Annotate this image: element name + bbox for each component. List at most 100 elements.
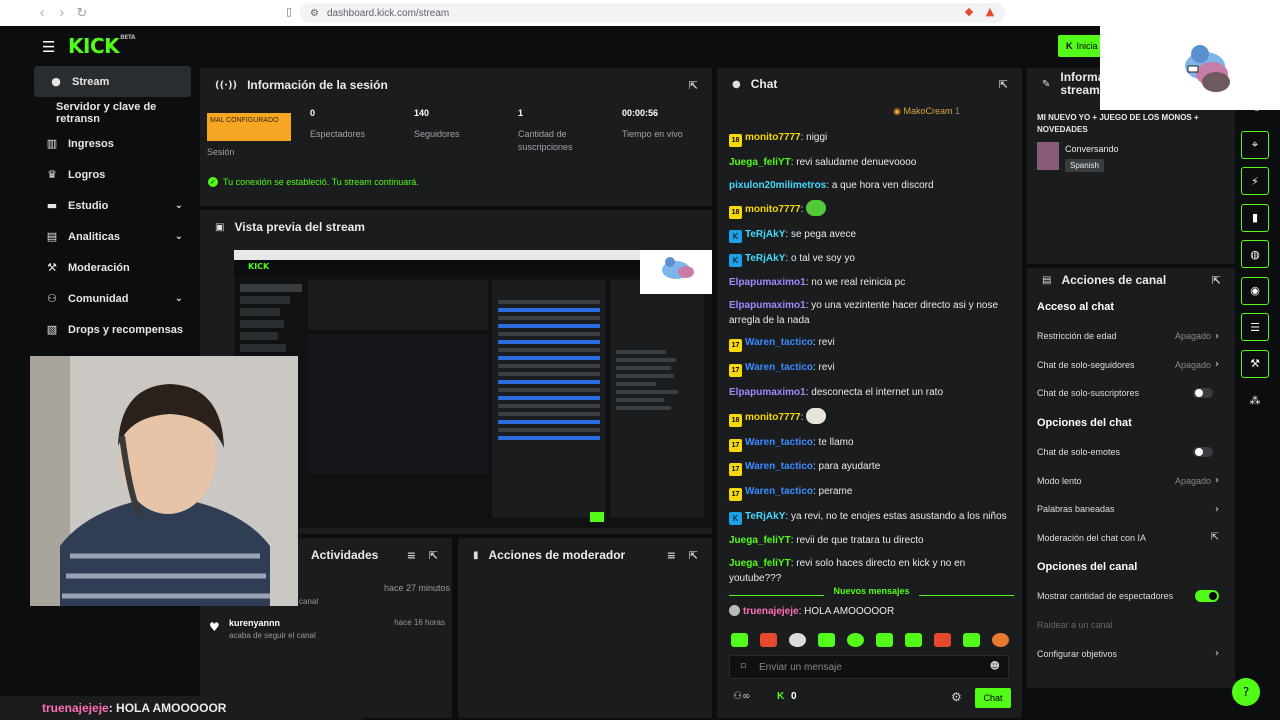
chat-username[interactable]: pixulon20milimetros [729,180,826,191]
chat-message[interactable]: Elpapumaximo1: no we real reinicia pc [729,275,1011,290]
channel-setting-chat-de-solo-suscriptores[interactable]: Chat de solo-suscriptores [1027,379,1235,408]
chat-username[interactable]: Waren_tactico [745,486,813,497]
channel-setting-modo-lento[interactable]: Modo lento Apagado › [1027,466,1235,495]
help-icon[interactable]: ? [1232,678,1260,706]
toggle-switch[interactable] [1195,590,1219,603]
emote-icon[interactable] [992,633,1009,647]
address-bar[interactable]: ⚙ dashboard.kick.com/stream [300,3,1005,23]
reload-icon[interactable]: ↻ [72,6,92,21]
emote-icon[interactable] [934,633,951,647]
channel-setting-mostrar-cantidad-de-espectadores[interactable]: Mostrar cantidad de espectadores [1027,582,1235,611]
chat-username[interactable]: Waren_tactico [745,337,813,348]
lightning-icon[interactable]: ⚡ [1241,167,1269,195]
wrench-icon[interactable]: ⚒ [1241,349,1269,378]
chat-username[interactable]: Elpapumaximo1 [729,387,806,398]
emote-icon[interactable] [760,633,777,647]
chevron-down-icon[interactable]: ⌄ [175,231,183,242]
chevron-right-icon[interactable]: › [1215,475,1219,486]
chat-message[interactable]: 18 monito7777: [729,200,1011,220]
bookmark-icon[interactable]: ▯ [282,5,296,19]
popout-icon[interactable]: ⇱ [999,78,1008,91]
chat-message[interactable]: 17 Waren_tactico: te llamo [729,435,1011,452]
site-info-icon[interactable]: ⚙ [310,8,319,19]
stream-preview-video[interactable]: KICK [234,250,712,528]
popout-icon[interactable]: ⇱ [1212,274,1221,287]
chat-username[interactable]: Waren_tactico [745,362,813,373]
emote-icon[interactable] [789,633,806,647]
sidebar-item-ingresos[interactable]: ▥ Ingresos [30,128,197,159]
toggle-switch[interactable] [1193,388,1213,399]
channel-setting-chat-de-solo-seguidores[interactable]: Chat de solo-seguidores Apagado › [1027,351,1235,380]
chat-message[interactable]: 18 monito7777: [729,407,1011,427]
chat-icon[interactable]: ◍ [1241,240,1269,268]
emote-icon[interactable] [905,633,922,647]
target-icon[interactable]: ⌖ [1241,130,1269,159]
chevron-right-icon[interactable]: › [1215,648,1219,659]
sidebar-item-estudio[interactable]: ▬ Estudio ⌄ [30,190,197,221]
chat-message[interactable]: K TeRjAkY: o tal ve soy yo [729,251,1011,267]
brave-shield-icon[interactable]: ◆ [962,5,976,19]
document-icon[interactable]: ▮ [1241,203,1269,232]
channel-setting-configurar-objetivos[interactable]: Configurar objetivos › [1027,639,1235,668]
chat-message[interactable]: Elpapumaximo1: desconecta el internet un… [729,385,1011,400]
sidebar-item-analiticas[interactable]: ▤ Analiticas ⌄ [30,221,197,252]
toggle-switch[interactable] [1193,447,1213,458]
chat-username[interactable]: TeRjAkY [745,511,785,522]
forward-icon[interactable]: › [52,6,72,21]
emote-icon[interactable] [818,633,835,647]
sidebar-item-servidor[interactable]: Servidor y clave de retransn [30,97,197,128]
chat-message[interactable]: 17 Waren_tactico: para ayudarte [729,459,1011,477]
chat-username[interactable]: monito7777 [745,132,801,143]
kick-logo[interactable]: KICKBETA [68,34,136,58]
emote-icon[interactable] [847,633,864,647]
chat-message[interactable]: 17 Waren_tactico: revi [729,360,1011,378]
channel-setting-palabras-baneadas[interactable]: Palabras baneadas › [1027,495,1235,524]
chat-message[interactable]: pixulon20milimetros: a que hora ven disc… [729,178,1011,193]
sidebar-item-stream[interactable]: ● Stream [34,66,191,97]
pinned-gifter[interactable]: ◉ MakoCream 1 [893,106,960,117]
back-icon[interactable]: ‹ [32,6,52,21]
share-icon[interactable]: ⁂ [1241,386,1269,414]
chat-username[interactable]: Waren_tactico [745,461,813,472]
chat-username[interactable]: TeRjAkY [745,229,785,240]
chat-username[interactable]: Juega_feliYT [729,558,791,569]
emote-icon[interactable] [963,633,980,647]
chat-message-list[interactable]: 18 monito7777: niggi Juega_feliYT: revi sa… [729,130,1011,593]
chat-username[interactable]: Juega_feliYT [729,535,791,546]
stream-category[interactable]: Conversando [1065,144,1119,154]
list-icon[interactable]: ☰ [1241,313,1269,341]
chat-message[interactable]: K TeRjAkY: se pega avece [729,227,1011,244]
settings-icon[interactable]: ⚙ [951,690,962,704]
users-icon[interactable]: ⚇∞ [733,691,750,702]
chat-username[interactable]: Elpapumaximo1 [729,300,806,311]
emote-icon[interactable] [731,633,748,647]
channel-setting-restricci-n-de-edad[interactable]: Restricción de edad Apagado › [1027,322,1235,351]
send-chat-button[interactable]: Chat [975,688,1011,708]
popout-icon[interactable]: ⇱ [689,549,698,562]
chat-message[interactable]: Juega_feliYT: revi saludame denuevoooo [729,155,1011,170]
new-messages-divider[interactable]: Nuevos mensajes [729,586,1014,596]
chat-username[interactable]: monito7777 [745,204,801,215]
chat-message[interactable]: Juega_feliYT: revii de que tratara tu di… [729,533,1011,548]
chat-message[interactable]: 17 Waren_tactico: revi [729,335,1011,353]
chat-message[interactable]: K TeRjAkY: ya revi, no te enojes estas as… [729,509,1011,525]
sidebar-item-drops[interactable]: ▧ Drops y recompensas [30,314,197,345]
chat-message[interactable]: Juega_feliYT: revi solo haces directo en… [729,556,1011,586]
emoji-icon[interactable]: ☻ [990,661,1000,672]
chat-username[interactable]: monito7777 [745,412,801,423]
popout-icon[interactable]: ⇱ [689,79,698,92]
go-live-button[interactable]: K Inicia [1058,35,1102,57]
chat-username[interactable]: Elpapumaximo1 [729,277,806,288]
channel-setting-chat-de-solo-emotes[interactable]: Chat de solo-emotes [1027,438,1235,467]
menu-icon[interactable]: ☰ [42,38,55,56]
sidebar-item-moderación[interactable]: ⚒ Moderación [30,252,197,283]
chat-message[interactable]: Elpapumaximo1: yo una vezintente hacer d… [729,298,1011,328]
chevron-right-icon[interactable]: › [1215,504,1219,515]
filter-icon[interactable]: ≡ [407,549,416,562]
emote-icon[interactable] [876,633,893,647]
filter-icon[interactable]: ≡ [667,549,676,562]
external-link-icon[interactable]: ⇱ [1211,532,1219,543]
chevron-right-icon[interactable]: › [1215,331,1219,342]
chevron-down-icon[interactable]: ⌄ [175,293,183,304]
broadcast-icon[interactable]: ◉ [1241,276,1269,305]
